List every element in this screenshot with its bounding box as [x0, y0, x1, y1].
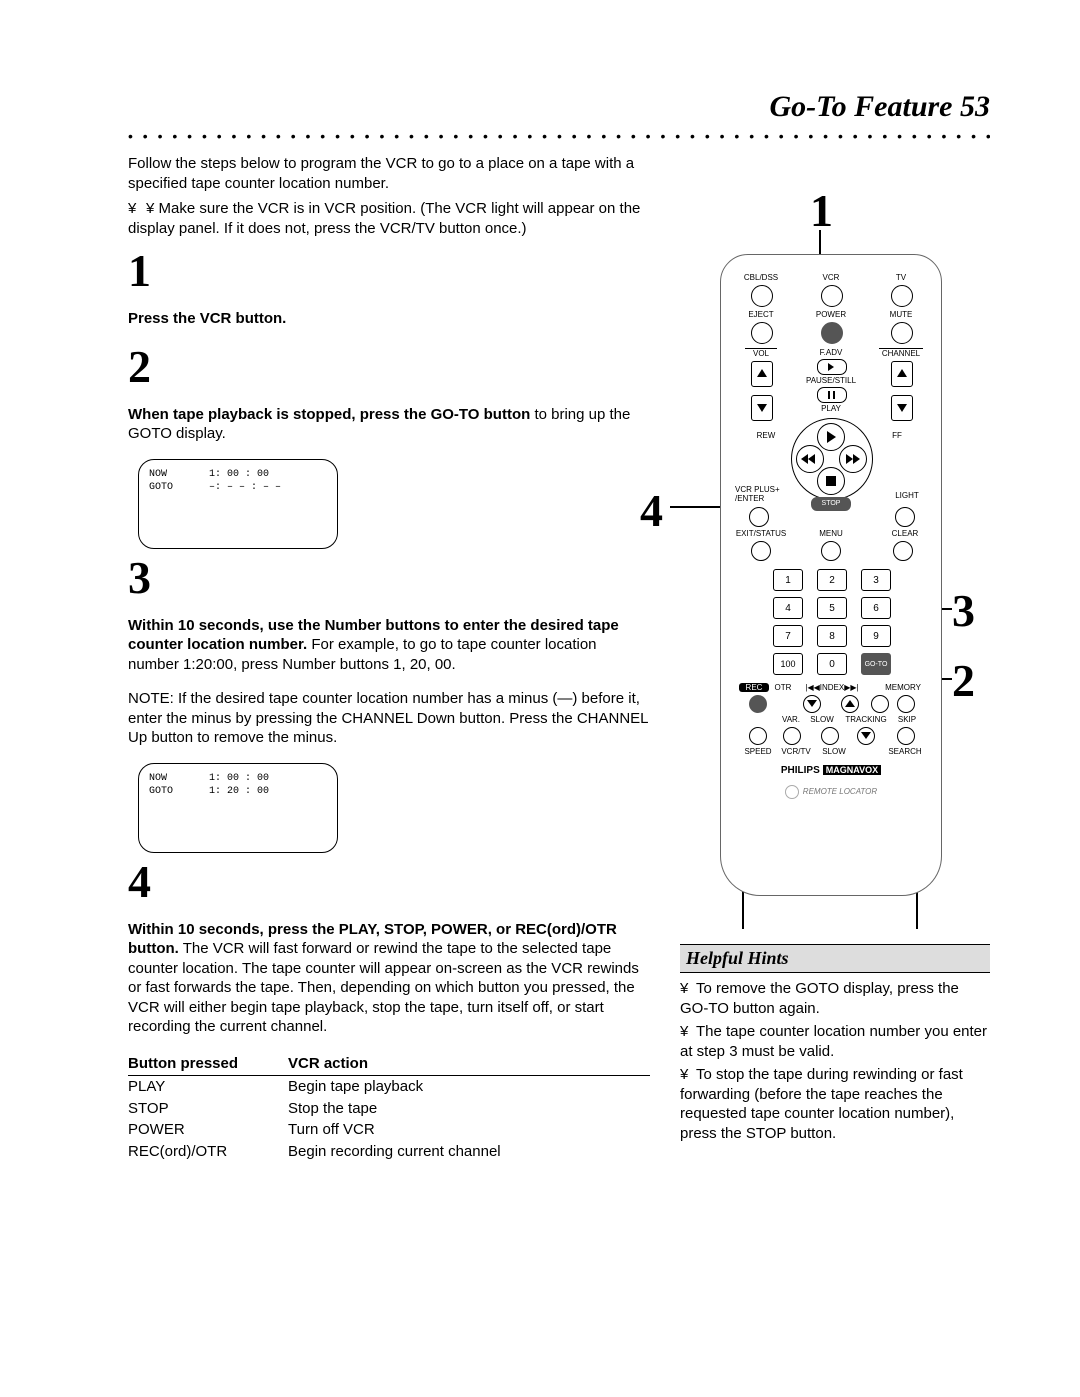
- num-2-button: 2: [817, 569, 847, 591]
- index-rew-button: [803, 695, 821, 713]
- brand-label: PHILIPSMAGNAVOX: [721, 765, 941, 776]
- goto-button: GO-TO: [861, 653, 891, 675]
- light-button: [895, 507, 915, 527]
- step-number-3: 3: [128, 555, 650, 601]
- step1-text: Press the VCR button.: [128, 310, 286, 327]
- num-0-button: 0: [817, 653, 847, 675]
- hint-item: ¥To remove the GOTO display, press the G…: [680, 979, 990, 1022]
- stop-label: STOP: [811, 497, 851, 511]
- menu-button: [821, 541, 841, 561]
- helpful-hints-box: Helpful Hints ¥To remove the GOTO displa…: [680, 944, 990, 1147]
- vol-up-button: [751, 361, 773, 387]
- num-1-button: 1: [773, 569, 803, 591]
- num-7-button: 7: [773, 625, 803, 647]
- speed-button: [749, 727, 767, 745]
- num-6-button: 6: [861, 597, 891, 619]
- fadv-button: [817, 359, 847, 375]
- rec-otr-button: [749, 695, 767, 713]
- vcrplus-button: [749, 507, 769, 527]
- vcrtv-button: [783, 727, 801, 745]
- step-number-1: 1: [128, 248, 650, 294]
- cbl-dss-button: [751, 285, 773, 307]
- channel-up-button: [891, 361, 913, 387]
- vcr-button: [821, 285, 843, 307]
- num-4-button: 4: [773, 597, 803, 619]
- mute-button: [891, 322, 913, 344]
- pre-bullet: ¥¥ Make sure the VCR is in VCR position.…: [128, 199, 650, 238]
- power-button: [821, 322, 843, 344]
- pause-button: [817, 387, 847, 403]
- hint-item: ¥The tape counter location number you en…: [680, 1022, 990, 1065]
- tv-button: [891, 285, 913, 307]
- vol-down-button: [751, 395, 773, 421]
- intro-text: Follow the steps below to program the VC…: [128, 154, 650, 193]
- step3-note: NOTE: If the desired tape counter locati…: [128, 689, 650, 748]
- exit-status-button: [751, 541, 771, 561]
- step-number-2: 2: [128, 344, 650, 390]
- remote-locator-label: REMOTE LOCATOR: [721, 785, 941, 799]
- memory2-button: [897, 695, 915, 713]
- num-5-button: 5: [817, 597, 847, 619]
- hint-item: ¥To stop the tape during rewinding or fa…: [680, 1065, 990, 1147]
- tracking-button: [857, 727, 875, 745]
- memory-button: [871, 695, 889, 713]
- action-table: Button pressedVCR action PLAYBegin tape …: [128, 1052, 650, 1163]
- slow-button: [821, 727, 839, 745]
- table-row: REC(ord)/OTRBegin recording current chan…: [128, 1141, 650, 1163]
- table-row: PLAYBegin tape playback: [128, 1076, 650, 1098]
- callout-4: 4: [640, 484, 663, 537]
- step2-bold: When tape playback is stopped, press the…: [128, 406, 530, 423]
- screen-display-1: NOW1: 00 : 00 GOTO–: – – : – –: [138, 459, 338, 549]
- dotted-rule: • • • • • • • • • • • • • • • • • • • • …: [128, 128, 990, 144]
- play-button: [817, 423, 845, 451]
- table-row: POWERTurn off VCR: [128, 1119, 650, 1141]
- rew-button: [796, 445, 824, 473]
- step-number-4: 4: [128, 859, 650, 905]
- remote-illustration: CBL/DSS VCR TV EJECT POWER MUTE VOL F.AD…: [720, 254, 942, 896]
- step4-rest: The VCR will fast forward or rewind the …: [128, 940, 639, 1035]
- screen-display-2: NOW1: 00 : 00 GOTO1: 20 : 00: [138, 763, 338, 853]
- table-row: STOPStop the tape: [128, 1098, 650, 1120]
- page-title: Go-To Feature 53: [128, 90, 990, 124]
- index-ff-button: [841, 695, 859, 713]
- callout-2: 2: [952, 654, 975, 707]
- channel-down-button: [891, 395, 913, 421]
- stop-button: [817, 467, 845, 495]
- num-3-button: 3: [861, 569, 891, 591]
- ff-button: [839, 445, 867, 473]
- num-8-button: 8: [817, 625, 847, 647]
- eject-button: [751, 322, 773, 344]
- callout-1: 1: [810, 184, 833, 237]
- num-100-button: 100: [773, 653, 803, 675]
- callout-3: 3: [952, 584, 975, 637]
- clear-button: [893, 541, 913, 561]
- num-9-button: 9: [861, 625, 891, 647]
- helpful-hints-title: Helpful Hints: [680, 944, 990, 973]
- search-button: [897, 727, 915, 745]
